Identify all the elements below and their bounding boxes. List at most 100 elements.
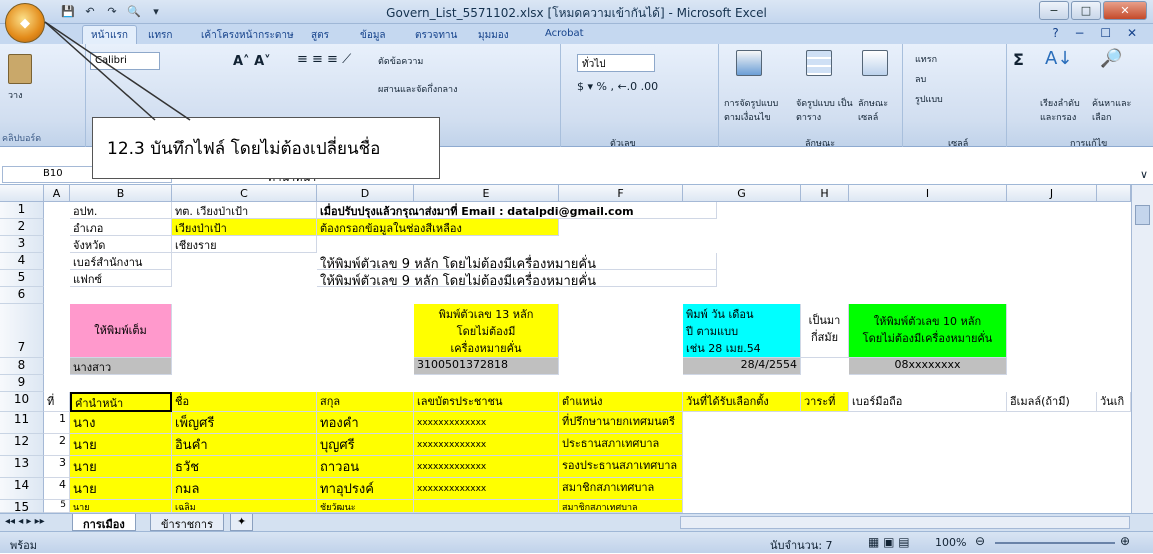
cell-d4[interactable]: ให้พิมพ์ตัวเลข 9 หลัก โดยไม่ต้องมีเครื่อ… [317,253,717,272]
data-id[interactable]: xxxxxxxxxxxxx [414,456,559,478]
data-last-name[interactable]: ชัยวัฒนะ [317,500,414,513]
hdr-birthdate[interactable]: วันเกิ [1097,392,1131,412]
cell-b3[interactable]: จังหวัด [70,236,172,253]
col-header-e[interactable]: E [414,185,559,202]
sheet-tab-politics[interactable]: การเมือง [72,514,136,531]
hdr-email[interactable]: อีเมลล์(ถ้ามี) [1007,392,1097,412]
expand-formula-icon[interactable]: ∨ [1140,168,1148,181]
col-header-b[interactable]: B [70,185,172,202]
data-prefix[interactable]: นาย [70,456,172,478]
number-format-dropdown[interactable]: ทั่วไป [577,54,655,72]
row-header[interactable]: 4 [0,253,44,270]
hdr-election-date[interactable]: วันที่ได้รับเลือกตั้ง [683,392,801,412]
cell-d2[interactable]: ต้องกรอกข้อมูลในช่องสีเหลือง [317,219,559,236]
tab-acrobat[interactable]: Acrobat [545,28,584,39]
data-position[interactable]: ประธานสภาเทศบาล [559,434,683,456]
cell-styles-button[interactable]: ลักษณะ เซลล์ [858,96,898,124]
col-header-d[interactable]: D [317,185,414,202]
row-header[interactable]: 6 [0,287,44,304]
zoom-in-icon[interactable]: ⊕ [1120,534,1130,548]
scroll-thumb[interactable] [1135,205,1150,225]
cell-b8[interactable]: นางสาว [70,358,172,375]
wrap-text-button[interactable]: ตัดข้อความ [378,54,423,68]
minimize-button[interactable]: − [1039,1,1069,20]
help-icon[interactable]: ? − ☐ ✕ [1052,26,1143,40]
col-header-c[interactable]: C [172,185,317,202]
cell-b7[interactable]: ให้พิมพ์เต็ม [70,304,172,358]
sort-filter-icon[interactable]: A↓ [1045,48,1072,69]
row-header[interactable]: 1 [0,202,44,219]
cell-d5[interactable]: ให้พิมพ์ตัวเลข 9 หลัก โดยไม่ต้องมีเครื่อ… [317,270,717,289]
align-icons[interactable]: ≡ ≡ ≡ ⟋ [297,52,351,67]
find-icon[interactable]: 🔎 [1100,48,1122,69]
row-header[interactable]: 5 [0,270,44,287]
data-position[interactable]: รองประธานสภาเทศบาล [559,456,683,478]
hdr-no[interactable]: ที่ [44,392,70,412]
data-first-name[interactable]: เฉลิม [172,500,317,513]
data-first-name[interactable]: ธวัช [172,456,317,478]
tab-review[interactable]: ตรวจทาน [415,28,457,43]
conditional-format-icon[interactable] [736,50,762,76]
delete-cells-button[interactable]: ลบ [915,72,926,86]
close-button[interactable]: ✕ [1103,1,1147,20]
data-id[interactable]: xxxxxxxxxxxxx [414,434,559,456]
cell-styles-icon[interactable] [862,50,888,76]
worksheet-grid[interactable]: A B C D E F G H I J 1 2 3 4 5 6 7 8 9 10… [0,185,1131,513]
cell-d1[interactable]: เมื่อปรับปรุงแล้วกรุณาส่งมาที่ Email : d… [317,202,717,219]
data-last-name[interactable]: ทาอุปรงค์ [317,478,414,500]
data-id[interactable]: xxxxxxxxxxxxx [414,478,559,500]
tab-view[interactable]: มุมมอง [478,28,509,43]
sheet-tab-officials[interactable]: ข้าราชการ [150,514,224,531]
col-header-a[interactable]: A [44,185,70,202]
cell-e8[interactable]: 3100501372818 [414,358,559,375]
select-all-corner[interactable] [0,185,44,202]
row-header[interactable]: 14 [0,478,44,500]
data-first-name[interactable]: อินคำ [172,434,317,456]
data-id[interactable] [414,500,559,513]
zoom-out-icon[interactable]: ⊖ [975,534,985,548]
row-header[interactable]: 12 [0,434,44,456]
cell-b1[interactable]: อปท. [70,202,172,219]
horizontal-scrollbar[interactable] [680,516,1130,529]
maximize-button[interactable]: □ [1071,1,1101,20]
data-no[interactable]: 4 [44,478,70,500]
cell-i8[interactable]: 08xxxxxxxx [849,358,1007,375]
tab-formulas[interactable]: สูตร [311,28,329,43]
data-no[interactable]: 3 [44,456,70,478]
data-first-name[interactable]: เพ็ญศรี [172,412,317,434]
col-header-h[interactable]: H [801,185,849,202]
format-cells-button[interactable]: รูปแบบ [915,92,943,106]
col-header-i[interactable]: I [849,185,1007,202]
data-last-name[interactable]: ถาวอน [317,456,414,478]
conditional-format-button[interactable]: การจัดรูปแบบ ตามเงื่อนไข [724,96,794,124]
col-header-g[interactable]: G [683,185,801,202]
sheet-nav-arrows-icon[interactable]: ◂◂ ◂ ▸ ▸▸ [5,516,45,527]
data-no[interactable]: 5 [44,500,70,513]
merge-center-button[interactable]: ผสานและจัดกึ่งกลาง [378,82,458,96]
data-last-name[interactable]: ทองคำ [317,412,414,434]
data-prefix[interactable]: นาง [70,412,172,434]
data-id[interactable]: xxxxxxxxxxxxx [414,412,559,434]
view-mode-icons[interactable]: ▦ ▣ ▤ [868,535,910,549]
col-header-f[interactable]: F [559,185,683,202]
hdr-first-name[interactable]: ชื่อ [172,392,317,412]
format-table-icon[interactable] [806,50,832,76]
data-position[interactable]: สมาชิกสภาเทศบาล [559,478,683,500]
row-header[interactable]: 2 [0,219,44,236]
vertical-scrollbar[interactable] [1131,185,1153,513]
hdr-position[interactable]: ตำแหน่ง [559,392,683,412]
cell-c3[interactable]: เชียงราย [172,236,317,253]
cell-g8[interactable]: 28/4/2554 [683,358,801,375]
cell-c2[interactable]: เวียงป่าเป้า [172,219,317,236]
hdr-last-name[interactable]: สกุล [317,392,414,412]
find-select-button[interactable]: ค้นหาและ เลือก [1092,96,1142,124]
data-prefix[interactable]: นาย [70,434,172,456]
tab-data[interactable]: ข้อมูล [360,28,386,43]
row-header[interactable]: 7 [0,304,44,358]
cell-i7[interactable]: ให้พิมพ์ตัวเลข 10 หลัก โดยไม่ต้องมีเครื่… [849,304,1007,358]
row-header[interactable]: 8 [0,358,44,375]
hdr-mobile[interactable]: เบอร์มือถือ [849,392,1007,412]
row-header[interactable]: 9 [0,375,44,392]
data-first-name[interactable]: กมล [172,478,317,500]
data-no[interactable]: 1 [44,412,70,434]
